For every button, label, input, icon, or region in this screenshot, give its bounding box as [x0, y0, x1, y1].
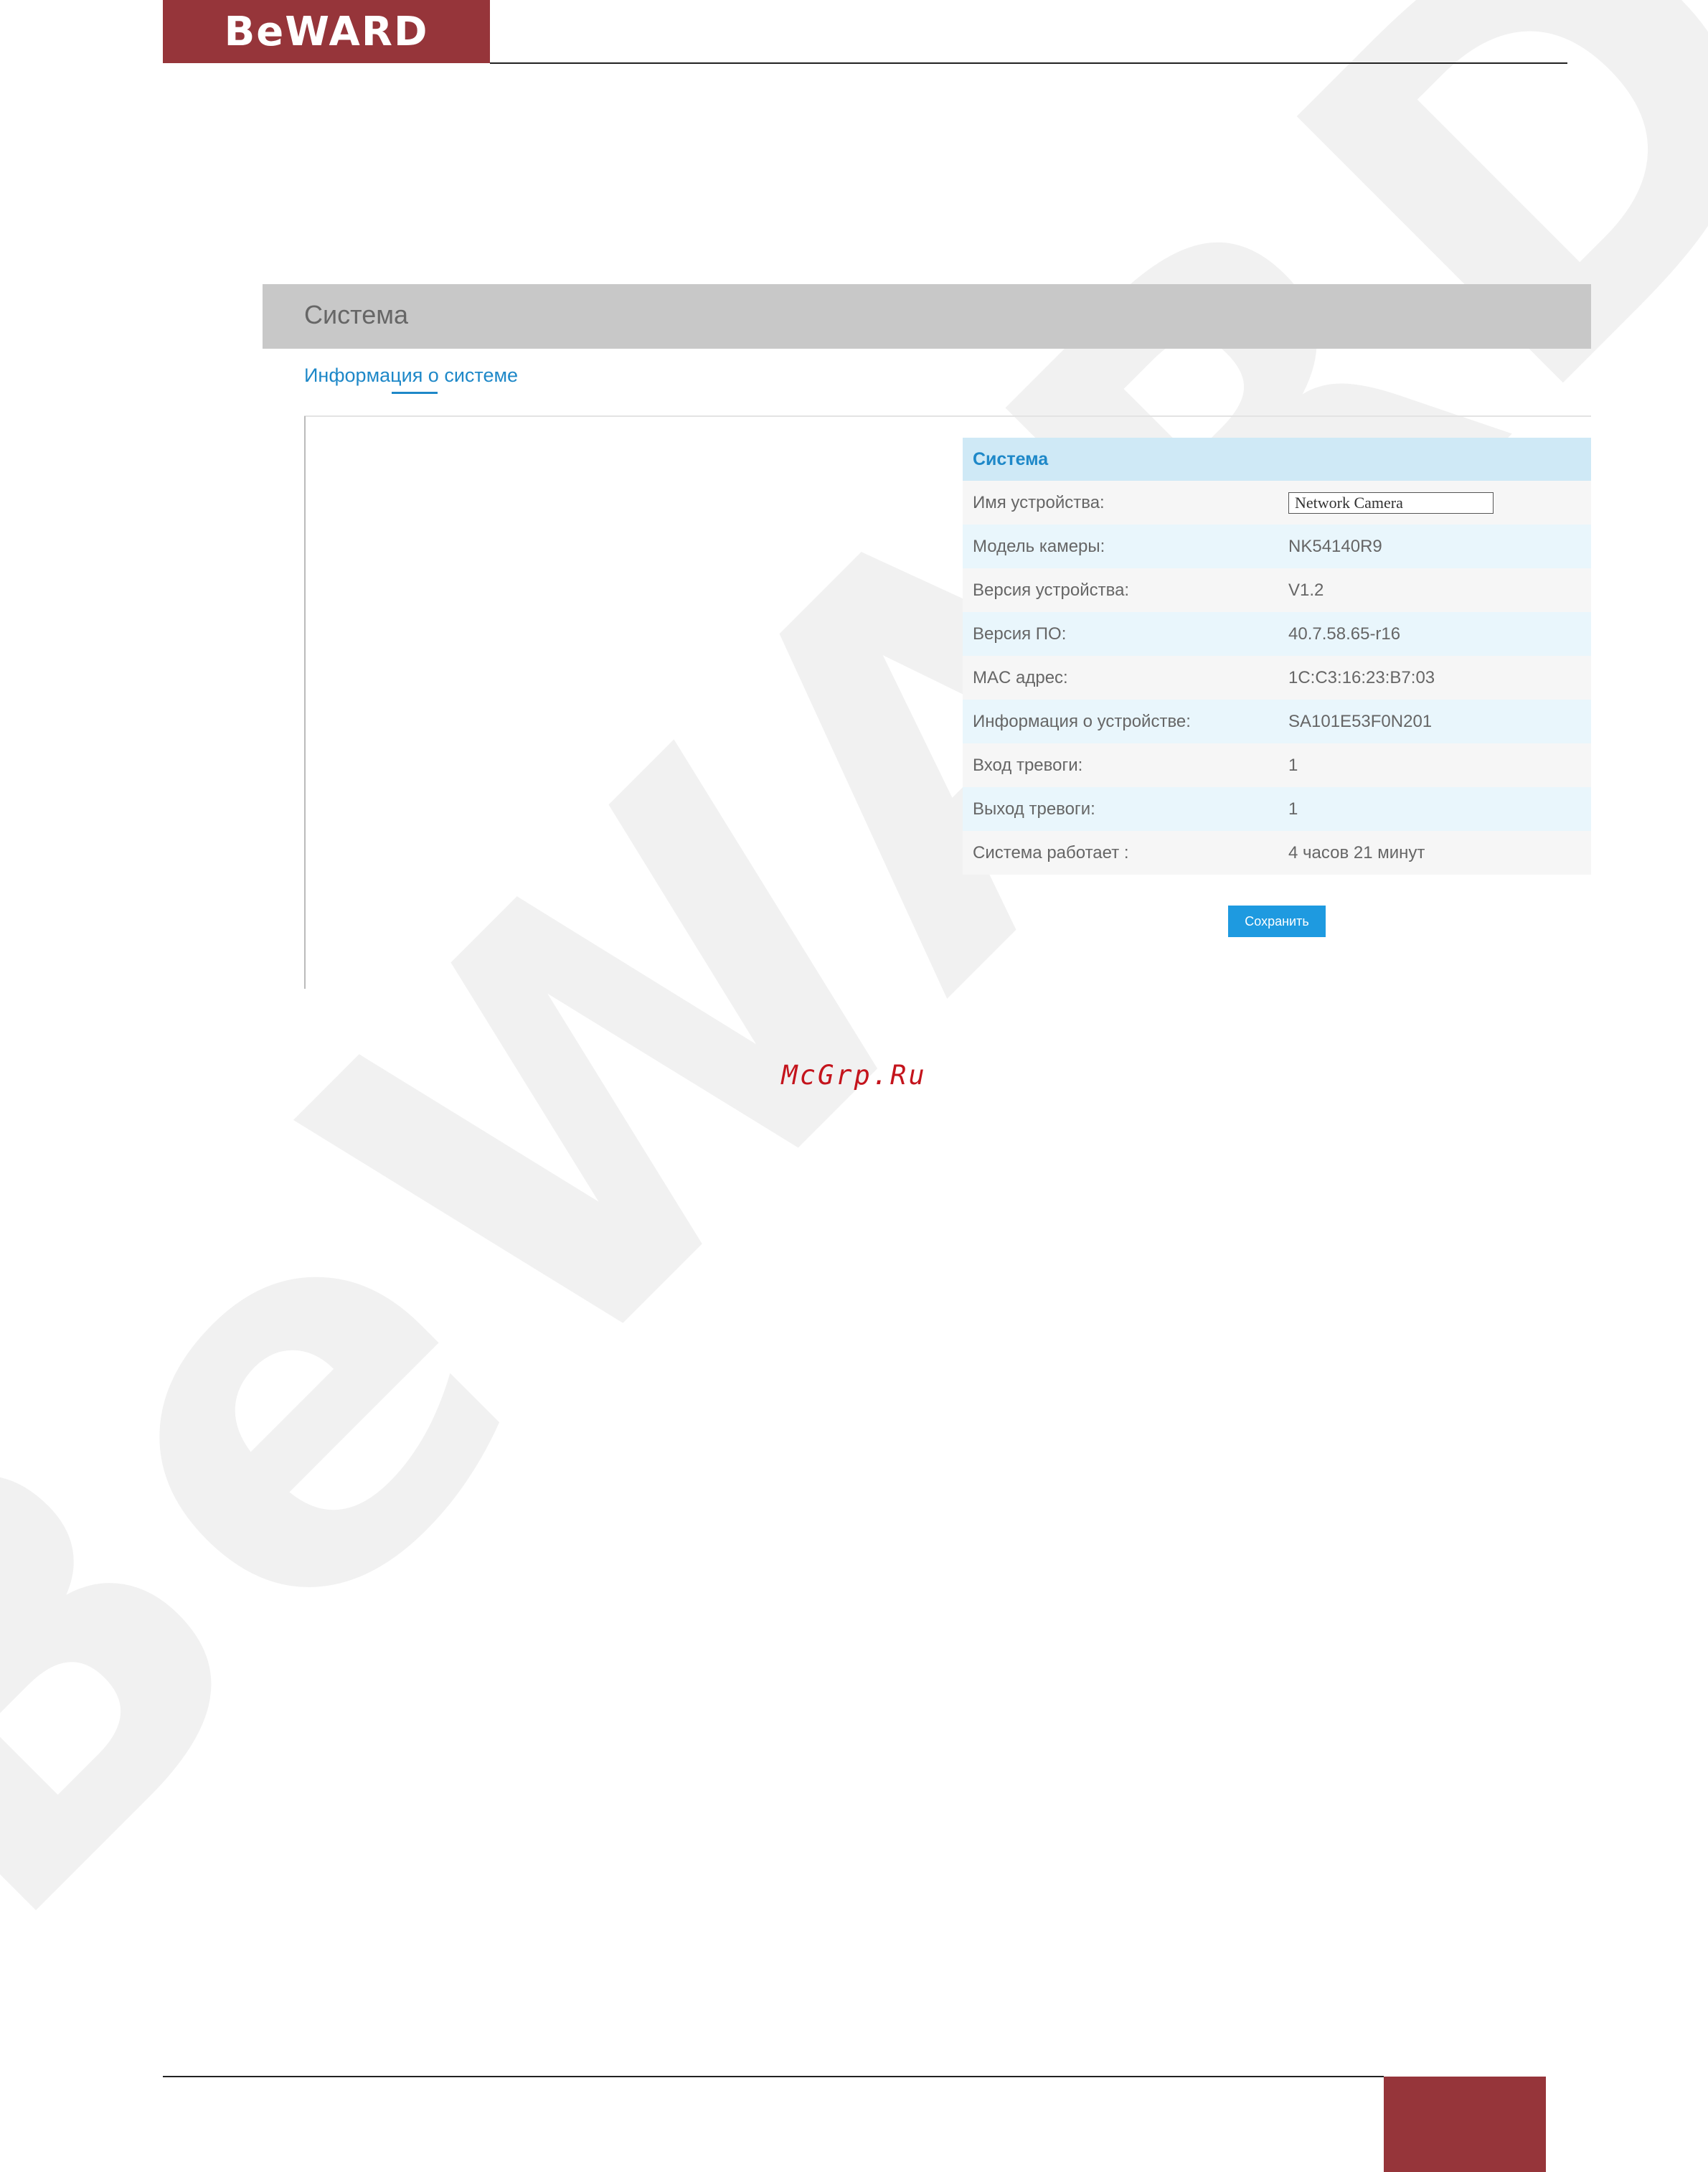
info-value: 1C:C3:16:23:B7:03 [1288, 667, 1435, 687]
tab-system-info[interactable]: Информация о системе [304, 365, 518, 387]
info-label: Версия устройства: [973, 580, 1130, 600]
info-label: Выход тревоги: [973, 799, 1095, 819]
device-name-input[interactable] [1288, 492, 1494, 514]
info-label: Модель камеры: [973, 536, 1105, 556]
info-row: Информация о устройстве: SA101E53F0N201 [963, 700, 1591, 743]
footer-divider [163, 2076, 1384, 2077]
page-title: Система [304, 300, 408, 329]
section-header: Система [963, 438, 1591, 481]
footer-page-box [1384, 2077, 1546, 2172]
info-row: Модель камеры: NK54140R9 [963, 525, 1591, 568]
info-value: 1 [1288, 755, 1298, 775]
info-row: Имя устройства: [963, 481, 1591, 525]
info-value: 40.7.58.65-r16 [1288, 624, 1401, 644]
info-value: 4 часов 21 минут [1288, 842, 1425, 862]
page-title-bar: Система [263, 284, 1591, 349]
info-row: Версия ПО: 40.7.58.65-r16 [963, 612, 1591, 656]
info-row: MAC адрес: 1C:C3:16:23:B7:03 [963, 656, 1591, 700]
content-border [304, 416, 306, 989]
tab-divider [304, 415, 1591, 417]
info-value: SA101E53F0N201 [1288, 711, 1433, 731]
info-label: Вход тревоги: [973, 755, 1083, 775]
camera-web-ui-screenshot: Система Информация о системе Система Имя… [263, 284, 1591, 989]
info-label: MAC адрес: [973, 667, 1068, 687]
tab-active-indicator [392, 392, 438, 394]
info-row: Система работает : 4 часов 21 минут [963, 831, 1591, 875]
info-value: V1.2 [1288, 580, 1324, 600]
header-divider [490, 62, 1567, 64]
brand-logo: BeWARD [163, 0, 490, 63]
site-watermark-label: McGrp.Ru [781, 1060, 927, 1091]
info-row: Выход тревоги: 1 [963, 787, 1591, 831]
info-value: NK54140R9 [1288, 536, 1382, 556]
system-info-table: Система Имя устройства: Модель камеры: NK5… [963, 438, 1591, 875]
info-label: Имя устройства: [973, 492, 1105, 512]
brand-logo-text: BeWARD [224, 8, 429, 55]
info-row: Вход тревоги: 1 [963, 743, 1591, 787]
info-value-cell [1288, 492, 1494, 514]
info-value: 1 [1288, 799, 1298, 819]
info-label: Версия ПО: [973, 624, 1067, 644]
info-label: Система работает : [973, 842, 1129, 862]
save-button[interactable]: Сохранить [1228, 906, 1326, 937]
info-label: Информация о устройстве: [973, 711, 1191, 731]
info-row: Версия устройства: V1.2 [963, 568, 1591, 612]
